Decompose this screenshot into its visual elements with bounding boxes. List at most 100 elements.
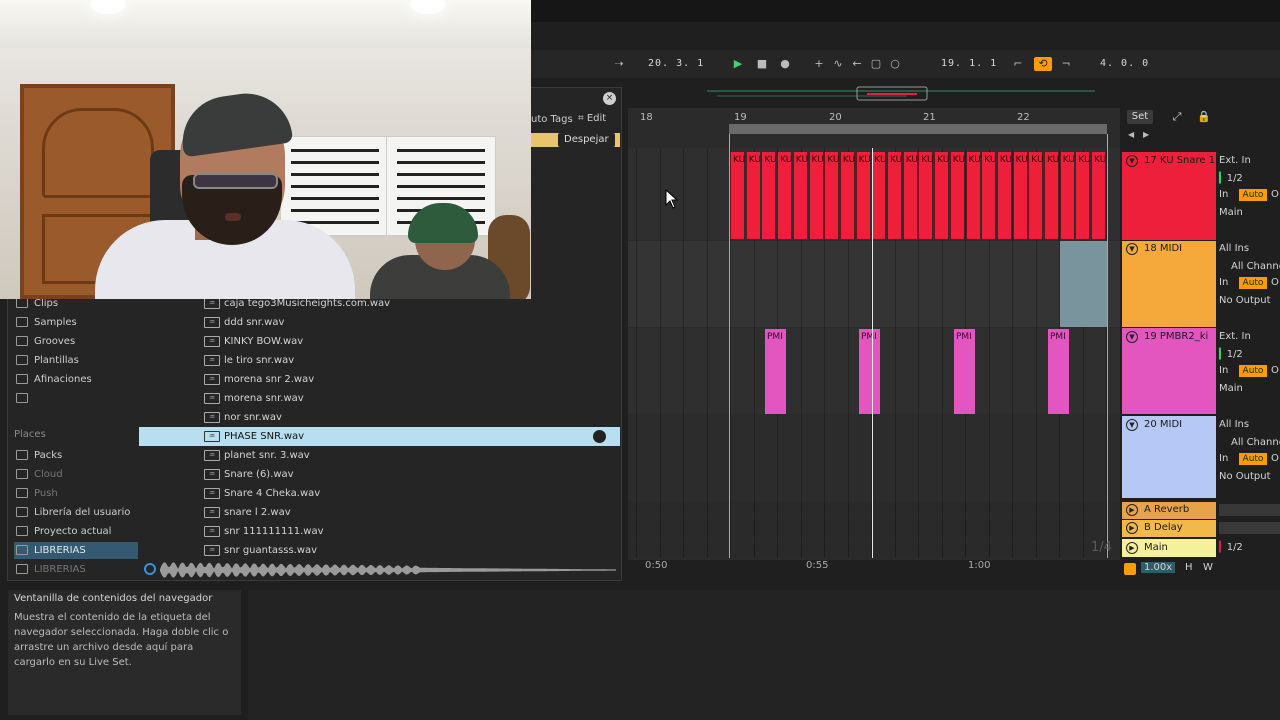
output-19[interactable]: Main (1219, 383, 1243, 394)
return-a-io[interactable] (1219, 504, 1280, 516)
monitor-auto-18[interactable]: Auto (1239, 277, 1267, 289)
preview-waveform[interactable] (160, 561, 616, 579)
audio-clip[interactable]: KU (1012, 152, 1028, 239)
return-lane-b[interactable] (628, 520, 1120, 537)
return-name-b[interactable]: B Delay (1144, 522, 1183, 533)
preview-icon[interactable] (593, 430, 606, 443)
sidebar-item-cloud[interactable]: Cloud (14, 466, 138, 483)
audio-clip[interactable]: KU (887, 152, 902, 239)
sidebar-item-templates[interactable]: Plantillas (14, 352, 138, 369)
capture-icon[interactable]: ▢ (869, 57, 883, 71)
list-item[interactable]: ♒ nor snr.wav (139, 408, 620, 427)
sidebar-item-packs[interactable]: Packs (14, 447, 138, 464)
list-item[interactable]: ♒ KINKY BOW.wav (139, 332, 620, 351)
auto-tags-label[interactable]: uto Tags (531, 114, 573, 125)
preview-play-icon[interactable] (144, 563, 156, 575)
sidebar-item-push[interactable]: Push (14, 485, 138, 502)
lock-icon[interactable]: 🔒 (1197, 110, 1211, 124)
input-channel-19[interactable]: ▎1/2 (1219, 349, 1243, 360)
input-type-18[interactable]: All Ins (1219, 243, 1249, 254)
nav-left-icon[interactable]: ◀ (1128, 130, 1134, 139)
add-icon[interactable]: + (812, 57, 826, 71)
audio-clip[interactable]: KU (965, 152, 981, 239)
edit-tags-button[interactable]: ⌗ Edit (578, 113, 606, 124)
clear-button[interactable]: Despejar (558, 133, 615, 147)
monitor-auto-17[interactable]: Auto (1239, 189, 1267, 201)
track-name-19[interactable]: 19 PMBR2_ki (1144, 331, 1208, 342)
main-name[interactable]: Main (1144, 542, 1168, 553)
main-lane[interactable] (628, 538, 1120, 558)
track-fold-icon[interactable]: ▼ (1126, 331, 1138, 343)
list-item[interactable]: ♒ Snare (6).wav (139, 465, 620, 484)
sidebar-item-grooves[interactable]: Grooves (14, 333, 138, 350)
nav-right-icon[interactable]: ▶ (1143, 130, 1149, 139)
play-button[interactable]: ▶ (731, 57, 745, 71)
monitor-off-20[interactable]: O (1271, 453, 1279, 464)
sidebar-item-user-library[interactable]: Librería del usuario (14, 504, 138, 521)
output-18[interactable]: No Output (1219, 295, 1271, 306)
cpu-meter-icon[interactable] (1124, 563, 1136, 575)
track-name-17[interactable]: 17 KU Snare 1 (1144, 155, 1215, 166)
track-lane-18[interactable] (628, 241, 1120, 327)
track-name-18[interactable]: 18 MIDI (1144, 243, 1182, 254)
punch-in-icon[interactable]: ⌐ (1011, 57, 1025, 71)
loop-brace[interactable] (729, 124, 1107, 134)
sidebar-item-current-project[interactable]: Proyecto actual (14, 523, 138, 540)
track-lane-20[interactable] (628, 415, 1120, 501)
input-type-20[interactable]: All Ins (1219, 419, 1249, 430)
audio-clip[interactable]: KU (808, 152, 824, 239)
set-button[interactable]: Set (1127, 110, 1153, 124)
midi-clip-region[interactable] (1060, 241, 1107, 327)
audio-clip[interactable]: KU (981, 152, 996, 239)
audio-clip[interactable]: KU (1059, 152, 1075, 239)
loop-switch-button[interactable]: ⟲ (1034, 57, 1052, 71)
overview-strip[interactable] (707, 86, 1097, 102)
return-lane-a[interactable] (628, 502, 1120, 519)
track-fold-icon[interactable]: ▶ (1126, 504, 1138, 516)
input-type-19[interactable]: Ext. In (1219, 331, 1251, 342)
monitor-off-18[interactable]: O (1271, 277, 1279, 288)
audio-clip[interactable]: KU (902, 152, 918, 239)
sidebar-item-librerias[interactable]: LIBRERIAS (14, 542, 138, 559)
list-item[interactable]: ♒ planet snr. 3.wav (139, 446, 620, 465)
audio-clip[interactable]: KU (761, 152, 777, 239)
punch-out-icon[interactable]: ¬ (1059, 57, 1073, 71)
record-button[interactable]: ● (778, 57, 792, 71)
stop-button[interactable]: ■ (755, 57, 769, 71)
audio-clip[interactable]: KU (1091, 152, 1106, 239)
monitor-off-19[interactable]: O (1271, 365, 1279, 376)
sidebar-item-librerias-2[interactable]: LIBRERIAS (14, 561, 138, 578)
audio-clip[interactable]: KU (745, 152, 761, 239)
track-fold-icon[interactable]: ▶ (1126, 522, 1138, 534)
return-name-a[interactable]: A Reverb (1144, 504, 1189, 515)
return-b-io[interactable] (1219, 522, 1280, 534)
loop-start-position[interactable]: 19. 1. 1 (941, 58, 997, 69)
audio-clip[interactable]: KU (839, 152, 855, 239)
audio-clip[interactable]: KU (1075, 152, 1091, 239)
back-icon[interactable]: ← (850, 57, 864, 71)
list-item[interactable]: ♒ Snare 4 Cheka.wav (139, 484, 620, 503)
arrangement-position[interactable]: 20. 3. 1 (648, 58, 704, 69)
audio-clip[interactable]: KU (777, 152, 792, 239)
list-item[interactable]: ♒ snr guantasss.wav (139, 541, 620, 560)
audio-clip[interactable]: PMI (1048, 329, 1069, 414)
audio-clip[interactable]: KU (824, 152, 839, 239)
main-output[interactable]: ▎1/2 (1219, 542, 1243, 553)
list-item[interactable]: ♒ ddd snr.wav (139, 313, 620, 332)
sidebar-item-tunings[interactable]: Afinaciones (14, 371, 138, 388)
audio-clip[interactable]: KU (792, 152, 808, 239)
list-item-selected[interactable]: ♒ PHASE SNR.wav (139, 427, 620, 446)
follow-icon[interactable]: ➝ (612, 57, 626, 71)
monitor-off-17[interactable]: O (1271, 189, 1279, 200)
audio-clip[interactable]: PMI (765, 329, 786, 414)
input-channel-17[interactable]: ▎1/2 (1219, 173, 1243, 184)
track-fold-icon[interactable]: ▼ (1126, 243, 1138, 255)
audio-clip[interactable]: KU (918, 152, 934, 239)
output-17[interactable]: Main (1219, 207, 1243, 218)
close-icon[interactable]: × (603, 92, 616, 105)
monitor-auto-20[interactable]: Auto (1239, 453, 1267, 465)
list-item[interactable]: ♒ snr 111111111.wav (139, 522, 620, 541)
audio-clip[interactable]: PMI (954, 329, 975, 414)
monitor-in-20[interactable]: In (1219, 453, 1228, 464)
monitor-auto-19[interactable]: Auto (1239, 365, 1267, 377)
